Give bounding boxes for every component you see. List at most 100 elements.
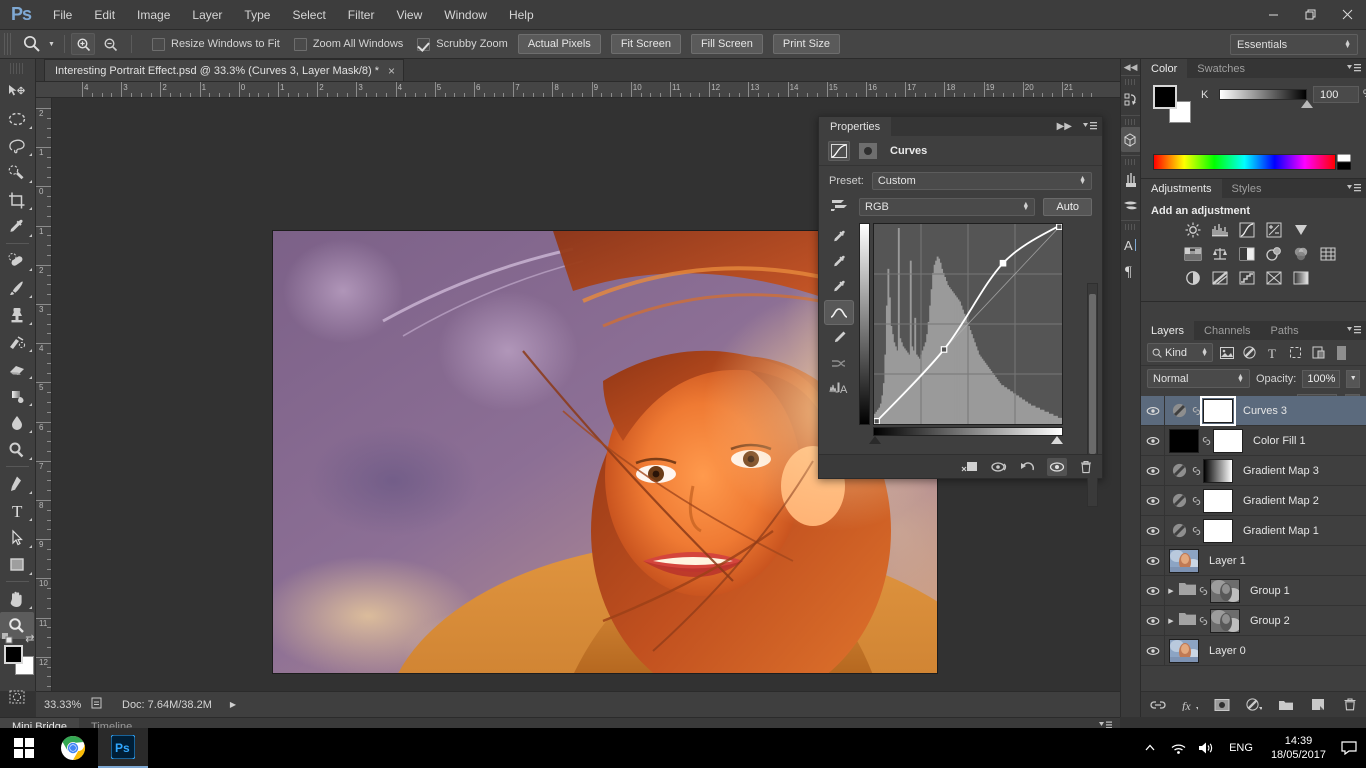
new-layer-icon[interactable] xyxy=(1310,696,1326,714)
hue-saturation-icon[interactable] xyxy=(1183,245,1203,263)
wifi-icon[interactable] xyxy=(1165,728,1191,768)
actual-pixels-button[interactable]: Actual Pixels xyxy=(517,34,601,54)
status-expand-icon[interactable]: ▶ xyxy=(230,700,236,709)
black-point-slider[interactable] xyxy=(869,436,881,444)
levels-icon[interactable] xyxy=(1210,221,1230,239)
panel-menu-icon[interactable] xyxy=(1347,63,1361,76)
tool-preset-chevron-down-icon[interactable]: ▼ xyxy=(45,33,58,55)
layer-mask-thumbnail[interactable] xyxy=(1203,458,1233,483)
swap-colors-icon[interactable]: ⇄ xyxy=(25,632,34,645)
layer-name[interactable]: Color Fill 1 xyxy=(1253,435,1306,447)
adjustment-layer-icon[interactable] xyxy=(1169,491,1189,511)
channel-select[interactable]: RGB ▲ ▼ xyxy=(859,197,1036,216)
layer-list[interactable]: Curves 3 Color Fill 1 Gradient Map 3 Gradie… xyxy=(1141,396,1366,687)
tab-color[interactable]: Color xyxy=(1141,59,1188,78)
new-adjustment-layer-icon[interactable] xyxy=(1245,696,1262,714)
menu-filter[interactable]: Filter xyxy=(337,0,386,30)
white-black-swatch[interactable] xyxy=(1336,153,1352,171)
mask-link-icon[interactable] xyxy=(1196,584,1210,598)
zoom-tool-icon[interactable] xyxy=(19,33,45,55)
auto-button[interactable]: Auto xyxy=(1043,197,1092,216)
layer-mask-thumbnail-icon[interactable] xyxy=(857,141,879,161)
action-center-icon[interactable] xyxy=(1336,728,1362,768)
history-brush-tool[interactable] xyxy=(0,328,34,355)
mask-link-icon[interactable] xyxy=(1189,404,1203,418)
sample-black-point-eyedropper[interactable] xyxy=(824,225,854,250)
delete-icon[interactable] xyxy=(1076,458,1096,476)
filter-smart-object-icon[interactable] xyxy=(1309,343,1328,362)
k-slider-thumb[interactable] xyxy=(1301,100,1313,108)
invert-icon[interactable] xyxy=(1183,269,1203,287)
default-colors-icon[interactable] xyxy=(1,633,13,644)
layer-name[interactable]: Group 1 xyxy=(1250,585,1290,597)
dodge-tool[interactable] xyxy=(0,436,34,463)
curve-point-tool[interactable] xyxy=(824,300,854,325)
layer-row[interactable]: Gradient Map 1 xyxy=(1141,515,1366,546)
black-white-icon[interactable] xyxy=(1237,245,1257,263)
curve-display-options-icon[interactable]: A xyxy=(824,375,854,400)
eyedropper-tool[interactable] xyxy=(0,213,34,240)
posterize-icon[interactable] xyxy=(1210,269,1230,287)
crop-tool[interactable] xyxy=(0,186,34,213)
k-value-field[interactable]: 100 xyxy=(1313,86,1359,103)
layer-name[interactable]: Gradient Map 3 xyxy=(1243,465,1319,477)
layer-row[interactable]: ▶ Group 2 xyxy=(1141,605,1366,636)
dock-grip[interactable] xyxy=(1125,159,1136,165)
dock-grip[interactable] xyxy=(1125,224,1136,230)
restore-icon[interactable] xyxy=(1292,0,1329,28)
layer-mask-thumbnail[interactable] xyxy=(1203,488,1233,513)
layer-row[interactable]: Layer 1 xyxy=(1141,545,1366,576)
layer-thumbnail[interactable] xyxy=(1169,638,1199,663)
layer-mask-thumbnail[interactable] xyxy=(1203,518,1233,543)
layer-row[interactable]: Color Fill 1 xyxy=(1141,425,1366,456)
options-bar-grip[interactable] xyxy=(4,33,13,55)
group-expand-chevron-right-icon[interactable]: ▶ xyxy=(1165,617,1177,625)
opacity-field[interactable]: 100% xyxy=(1302,369,1341,388)
adjustment-layer-icon[interactable] xyxy=(1169,461,1189,481)
scrubby-zoom-checkbox[interactable]: Scrubby Zoom xyxy=(417,37,508,51)
photoshop-icon[interactable]: Ps xyxy=(98,728,148,768)
resize-windows-to-fit-checkbox[interactable]: Resize Windows to Fit xyxy=(152,37,280,51)
menu-image[interactable]: Image xyxy=(126,0,181,30)
foreground-color-swatch[interactable] xyxy=(3,645,23,664)
tab-properties[interactable]: Properties xyxy=(819,117,892,136)
layer-visibility-eye-icon[interactable] xyxy=(1141,545,1165,576)
menu-type[interactable]: Type xyxy=(233,0,281,30)
color-panel-swatches[interactable] xyxy=(1153,85,1191,123)
menu-file[interactable]: File xyxy=(42,0,83,30)
collapse-panels-icon[interactable]: ◀◀ xyxy=(1121,59,1140,75)
show-hidden-icons-icon[interactable] xyxy=(1137,728,1163,768)
tab-channels[interactable]: Channels xyxy=(1194,321,1260,340)
layer-visibility-eye-icon[interactable] xyxy=(1141,396,1165,426)
windows-start-icon[interactable] xyxy=(0,728,48,768)
dock-grip[interactable] xyxy=(1125,119,1136,125)
new-group-icon[interactable] xyxy=(1278,696,1294,714)
menu-window[interactable]: Window xyxy=(433,0,498,30)
mask-link-icon[interactable] xyxy=(1199,434,1213,448)
adjustment-layer-icon[interactable] xyxy=(1169,521,1189,541)
layer-row[interactable]: Gradient Map 3 xyxy=(1141,455,1366,486)
gradient-map-icon[interactable] xyxy=(1291,269,1311,287)
selective-color-icon[interactable] xyxy=(1264,269,1284,287)
photo-filter-icon[interactable] xyxy=(1264,245,1284,263)
toolbar-grip[interactable] xyxy=(10,63,25,74)
link-layers-icon[interactable] xyxy=(1149,696,1166,714)
brush-tool[interactable] xyxy=(0,274,34,301)
fit-screen-button[interactable]: Fit Screen xyxy=(610,34,681,54)
menu-help[interactable]: Help xyxy=(498,0,545,30)
volume-icon[interactable] xyxy=(1193,728,1219,768)
layer-visibility-eye-icon[interactable] xyxy=(1141,575,1165,606)
adjustment-layer-icon[interactable] xyxy=(1169,401,1189,421)
mask-link-icon[interactable] xyxy=(1189,494,1203,508)
document-tab[interactable]: Interesting Portrait Effect.psd @ 33.3% … xyxy=(44,59,405,81)
smooth-curve-tool[interactable] xyxy=(824,350,854,375)
layer-style-fx-icon[interactable]: fx xyxy=(1182,696,1198,714)
menu-layer[interactable]: Layer xyxy=(181,0,233,30)
expand-panel-icon[interactable]: ▶▶ xyxy=(1057,121,1072,132)
layer-row[interactable]: Gradient Map 2 xyxy=(1141,485,1366,516)
layer-mask-thumbnail[interactable] xyxy=(1213,428,1243,453)
horizontal-type-tool[interactable]: T xyxy=(0,497,34,524)
menu-edit[interactable]: Edit xyxy=(83,0,126,30)
rectangular-marquee-tool[interactable] xyxy=(0,105,34,132)
clip-to-layer-icon[interactable] xyxy=(960,458,980,476)
